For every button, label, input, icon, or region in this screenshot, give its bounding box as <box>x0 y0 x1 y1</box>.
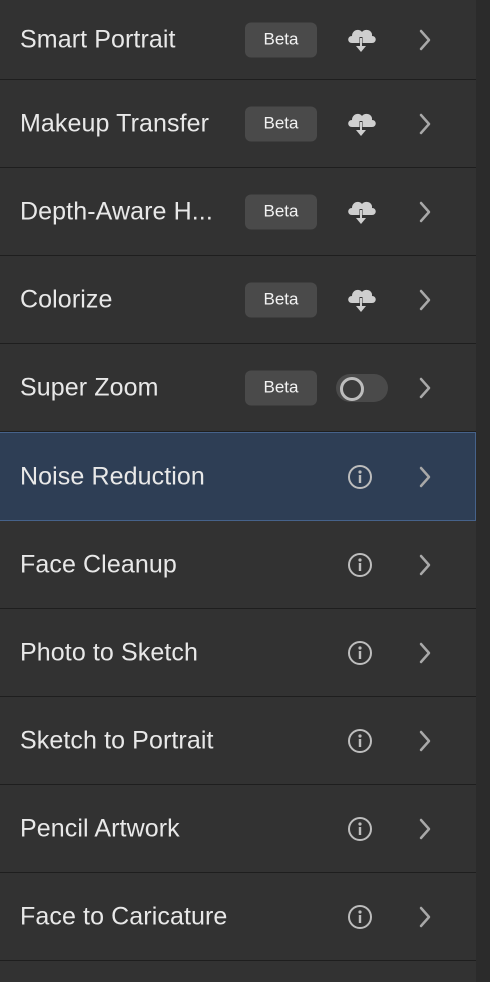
chevron-right-icon[interactable] <box>416 641 434 665</box>
chevron-right-icon[interactable] <box>416 553 434 577</box>
filter-row-super-zoom[interactable]: Super Zoom Beta <box>0 344 476 432</box>
beta-badge: Beta <box>245 282 317 317</box>
chevron-right-icon[interactable] <box>416 376 434 400</box>
chevron-right-icon[interactable] <box>416 905 434 929</box>
filter-label: Face Cleanup <box>20 550 177 578</box>
beta-badge: Beta <box>245 370 317 405</box>
info-icon[interactable] <box>347 640 373 666</box>
filter-label: Sketch to Portrait <box>20 726 214 754</box>
filter-row-pencil-artwork[interactable]: Pencil Artwork <box>0 785 476 873</box>
cloud-download-icon[interactable] <box>344 285 378 315</box>
chevron-right-icon[interactable] <box>416 28 434 52</box>
chevron-right-icon[interactable] <box>416 817 434 841</box>
filter-label: Colorize <box>20 285 113 313</box>
filter-label: Makeup Transfer <box>20 109 210 137</box>
scrollbar-track[interactable] <box>476 0 490 982</box>
beta-badge: Beta <box>245 22 317 57</box>
chevron-right-icon[interactable] <box>416 112 434 136</box>
cloud-download-icon[interactable] <box>344 109 378 139</box>
filter-label: Face to Caricature <box>20 902 228 930</box>
filter-row-colorize[interactable]: Colorize Beta <box>0 256 476 344</box>
chevron-right-icon[interactable] <box>416 200 434 224</box>
filter-row-noise-reduction[interactable]: Noise Reduction <box>0 432 476 521</box>
info-icon[interactable] <box>347 552 373 578</box>
filter-label: Pencil Artwork <box>20 814 180 842</box>
info-icon[interactable] <box>347 816 373 842</box>
filter-row-face-to-caricature[interactable]: Face to Caricature <box>0 873 476 961</box>
beta-badge: Beta <box>245 106 317 141</box>
filter-label: Photo to Sketch <box>20 638 199 666</box>
info-icon[interactable] <box>347 728 373 754</box>
filter-label: Smart Portrait <box>20 25 176 53</box>
info-icon[interactable] <box>347 464 373 490</box>
filter-row-depth-aware-haze[interactable]: Depth-Aware H... Beta <box>0 168 476 256</box>
info-icon[interactable] <box>347 904 373 930</box>
filter-label: Noise Reduction <box>20 462 205 490</box>
filter-row-face-cleanup[interactable]: Face Cleanup <box>0 521 476 609</box>
filter-label: Super Zoom <box>20 373 159 401</box>
chevron-right-icon[interactable] <box>416 729 434 753</box>
filter-label: Depth-Aware H... <box>20 197 213 225</box>
filter-row-makeup-transfer[interactable]: Makeup Transfer Beta <box>0 80 476 168</box>
cloud-download-icon[interactable] <box>344 25 378 55</box>
filter-row-sketch-to-portrait[interactable]: Sketch to Portrait <box>0 697 476 785</box>
chevron-right-icon[interactable] <box>416 288 434 312</box>
toggle-knob <box>340 376 364 401</box>
neural-filters-list: Smart Portrait Beta Makeup Transfer Beta… <box>0 0 476 961</box>
filter-row-smart-portrait[interactable]: Smart Portrait Beta <box>0 0 476 80</box>
filter-row-photo-to-sketch[interactable]: Photo to Sketch <box>0 609 476 697</box>
chevron-right-icon[interactable] <box>416 465 434 489</box>
super-zoom-toggle[interactable] <box>336 373 388 402</box>
cloud-download-icon[interactable] <box>344 197 378 227</box>
beta-badge: Beta <box>245 194 317 229</box>
